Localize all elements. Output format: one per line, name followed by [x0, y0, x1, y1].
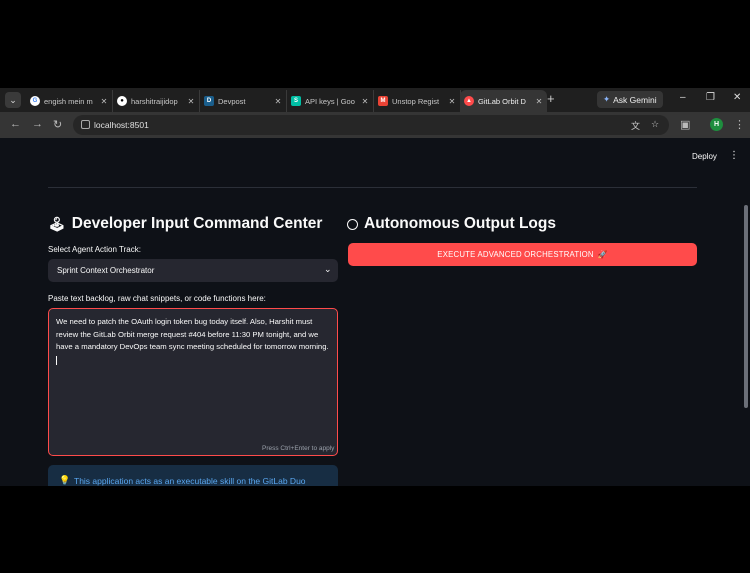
reload-icon[interactable]: ↻: [53, 118, 62, 131]
tab-label: API keys | Goo: [305, 96, 355, 106]
select-label: Select Agent Action Track:: [48, 245, 141, 254]
tab-label: engish mein m: [44, 96, 93, 106]
streamlit-icon: ▲: [464, 96, 474, 106]
gmail-icon: M: [378, 96, 388, 106]
close-icon[interactable]: ✕: [447, 97, 457, 106]
select-value: Sprint Context Orchestrator: [57, 266, 155, 275]
lightbulb-icon: 💡: [59, 475, 71, 485]
browser-toolbar: ← → ↻ localhost:8501 文 ☆ ▣ H ⋮: [0, 112, 750, 138]
close-icon[interactable]: ✕: [273, 97, 283, 106]
browser-menu-icon[interactable]: ⋮: [734, 118, 745, 131]
tab-label: GitLab Orbit D: [478, 96, 526, 106]
deploy-button[interactable]: Deploy: [692, 152, 717, 161]
address-bar[interactable]: localhost:8501 文 ☆: [73, 115, 669, 135]
gemini-icon: ✦: [603, 94, 611, 104]
right-title-text: Autonomous Output Logs: [364, 215, 556, 232]
window-close-icon[interactable]: ✕: [733, 92, 741, 103]
extensions-icon[interactable]: ▣: [680, 118, 690, 131]
close-icon[interactable]: ✕: [534, 97, 544, 106]
scrollbar[interactable]: [744, 205, 748, 408]
tab-label: harshitraijidop: [131, 96, 178, 106]
agent-action-select[interactable]: Sprint Context Orchestrator ⌄: [48, 259, 338, 282]
google-icon: G: [30, 96, 40, 106]
tab-gitlab-orbit[interactable]: ▲ GitLab Orbit D ✕: [460, 90, 547, 112]
tab-unstop[interactable]: M Unstop Regist ✕: [374, 90, 461, 112]
joystick-icon: 🕹: [48, 215, 66, 232]
back-icon[interactable]: ←: [10, 118, 21, 130]
github-icon: ●: [117, 96, 127, 106]
close-icon[interactable]: ✕: [186, 97, 196, 106]
profile-avatar[interactable]: H: [710, 118, 723, 131]
divider: [48, 187, 697, 188]
chevron-down-icon: ⌄: [324, 264, 332, 274]
left-title-text: Developer Input Command Center: [71, 215, 323, 232]
restore-icon[interactable]: ❐: [706, 92, 715, 103]
minimize-icon[interactable]: –: [680, 92, 686, 103]
ask-gemini-button[interactable]: ✦ Ask Gemini: [597, 91, 663, 108]
backlog-textarea[interactable]: We need to patch the OAuth login token b…: [48, 308, 338, 456]
left-column-title: 🕹 Developer Input Command Center: [48, 215, 322, 233]
tab-search-icon[interactable]: ⌄: [5, 92, 21, 108]
tab-devpost[interactable]: D Devpost ✕: [200, 90, 287, 112]
textarea-hint: Press Ctrl+Enter to apply: [262, 445, 335, 452]
translate-icon[interactable]: 文: [631, 119, 640, 132]
close-icon[interactable]: ✕: [99, 97, 109, 106]
info-text: This application acts as an executable s…: [74, 476, 306, 486]
site-info-icon[interactable]: [81, 120, 90, 129]
tab-strip: ⌄ G engish mein m ✕ ● harshitraijidop ✕ …: [0, 88, 750, 112]
tab-label: Unstop Regist: [392, 96, 440, 106]
new-tab-icon[interactable]: +: [547, 91, 555, 106]
right-column-title: Autonomous Output Logs: [347, 215, 556, 233]
devpost-icon: D: [204, 96, 214, 106]
browser-window: ⌄ G engish mein m ✕ ● harshitraijidop ✕ …: [0, 88, 750, 486]
tab-api-keys[interactable]: S API keys | Goo ✕: [287, 90, 374, 112]
app-menu-icon[interactable]: ⋮: [729, 150, 739, 161]
textarea-value: We need to patch the OAuth login token b…: [56, 316, 332, 365]
textarea-label: Paste text backlog, raw chat snippets, o…: [48, 294, 266, 303]
info-alert: 💡 This application acts as an executable…: [48, 465, 338, 486]
bookmark-star-icon[interactable]: ☆: [651, 119, 659, 130]
robot-icon: [347, 218, 358, 230]
execute-button-label: EXECUTE ADVANCED ORCHESTRATION: [437, 250, 594, 259]
forward-icon[interactable]: →: [32, 118, 43, 130]
rocket-icon: 🚀: [597, 250, 608, 259]
tab-github[interactable]: ● harshitraijidop ✕: [113, 90, 200, 112]
tab-label: Devpost: [218, 96, 246, 106]
api-keys-icon: S: [291, 96, 301, 106]
tab-google[interactable]: G engish mein m ✕: [26, 90, 113, 112]
text-caret: [56, 355, 57, 365]
close-icon[interactable]: ✕: [360, 97, 370, 106]
url-text: localhost:8501: [94, 120, 149, 130]
ask-gemini-label: Ask Gemini: [613, 94, 657, 105]
execute-orchestration-button[interactable]: EXECUTE ADVANCED ORCHESTRATION 🚀: [348, 243, 697, 266]
streamlit-app: Deploy ⋮ 🕹 Developer Input Command Cente…: [0, 138, 750, 486]
